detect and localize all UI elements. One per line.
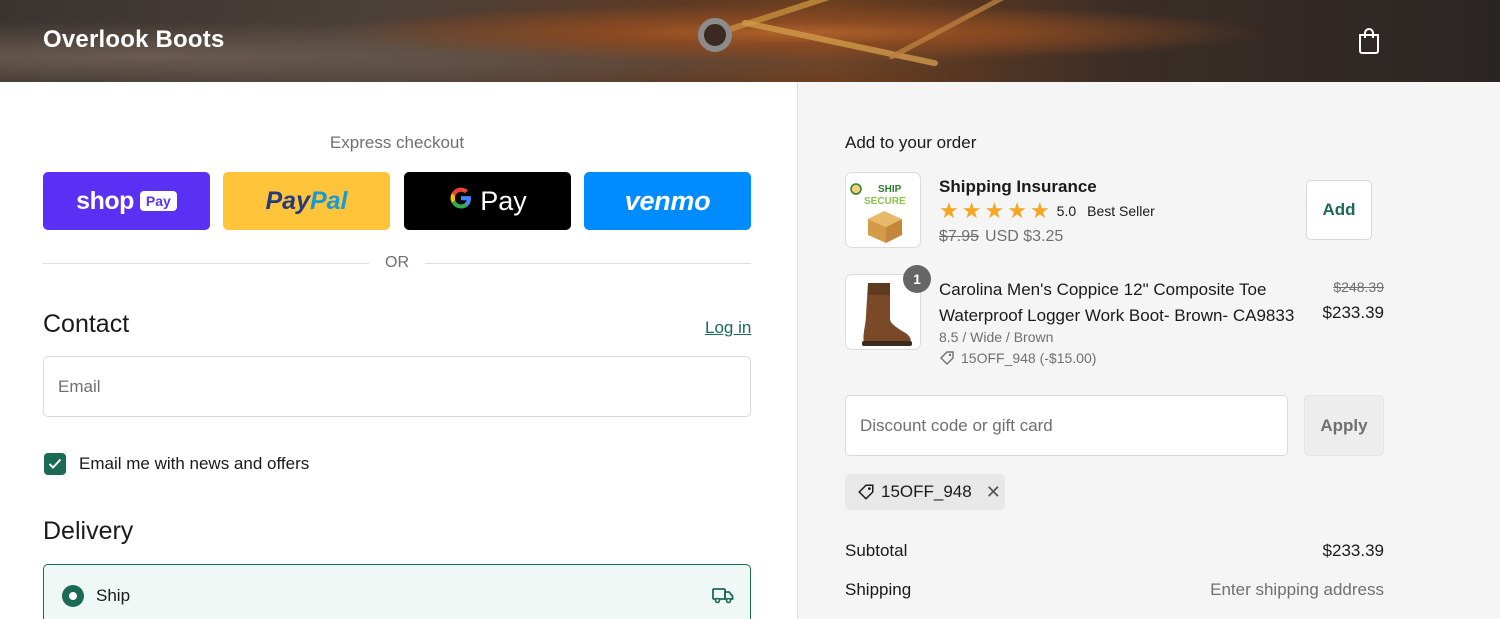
order-summary: Add to your order SHIP SECURE Shipping I…	[797, 82, 1500, 619]
star-icon: ★	[1007, 198, 1027, 223]
tag-icon	[858, 484, 874, 500]
google-pay-button[interactable]: Pay	[404, 172, 571, 230]
newsletter-label: Email me with news and offers	[79, 454, 310, 473]
star-icon: ★	[1029, 198, 1050, 223]
discount-code-input[interactable]	[845, 395, 1288, 456]
divider-left	[43, 263, 369, 264]
header-banner: Overlook Boots	[0, 0, 1500, 82]
venmo-button[interactable]: venmo	[584, 172, 751, 230]
paypal-button[interactable]: Pay Pal	[223, 172, 390, 230]
shop-pay-pill: Pay	[139, 191, 177, 211]
ship-option[interactable]: Ship	[43, 564, 751, 619]
product-price: $233.39	[1322, 303, 1384, 322]
star-icon: ★	[984, 198, 1005, 223]
store-brand-link[interactable]: Overlook Boots	[43, 26, 225, 54]
applied-code-text: 15OFF_948	[881, 482, 972, 501]
apply-discount-button[interactable]: Apply	[1304, 395, 1384, 456]
product-old-price: $248.39	[1333, 279, 1384, 295]
shop-pay-button[interactable]: shop Pay	[43, 172, 210, 230]
insurance-old-price: $7.95	[939, 228, 980, 245]
shop-pay-wordmark: shop	[76, 186, 134, 215]
star-icon: ★	[961, 198, 982, 223]
applied-code-chip: 15OFF_948 ✕	[845, 474, 1005, 510]
insurance-title: Shipping Insurance	[939, 177, 1097, 196]
thumb-text-ship: SHIP	[878, 184, 902, 195]
shipping-insurance-thumbnail: SHIP SECURE	[845, 172, 921, 248]
upsell-heading: Add to your order	[845, 133, 977, 152]
google-g-icon	[448, 185, 474, 218]
shipping-value: Enter shipping address	[1210, 580, 1384, 599]
shopping-bag-icon[interactable]	[1357, 27, 1381, 54]
banner-lace	[888, 0, 1032, 61]
product-title: Carolina Men's Coppice 12" Composite Toe…	[939, 280, 1295, 325]
rating-value: 5.0	[1056, 203, 1077, 219]
gpay-wordmark: Pay	[480, 185, 527, 216]
product-variant: 8.5 / Wide / Brown	[939, 329, 1054, 345]
login-link[interactable]: Log in	[705, 318, 751, 338]
or-separator: OR	[385, 254, 409, 271]
venmo-wordmark: venmo	[624, 185, 711, 216]
insurance-price: $7.95 USD $3.25	[939, 228, 1063, 246]
newsletter-checkbox[interactable]	[44, 453, 66, 475]
product-discount: 15OFF_948 (-$15.00)	[939, 350, 1096, 366]
best-seller-label: Best Seller	[1087, 203, 1155, 219]
ship-radio[interactable]	[62, 585, 84, 607]
insurance-rating: ★ ★ ★ ★ ★ 5.0 Best Seller	[939, 200, 1155, 222]
banner-lace	[741, 19, 939, 67]
paypal-wordmark-b: Pal	[309, 186, 348, 215]
google-g-svg	[450, 187, 472, 208]
shipping-label: Shipping	[845, 580, 912, 599]
subtotal-label: Subtotal	[845, 541, 908, 560]
paypal-wordmark-a: Pay	[265, 186, 310, 215]
express-checkout-label: Express checkout	[329, 133, 465, 152]
banner-eyelet	[698, 18, 732, 52]
checkmark-icon	[48, 458, 62, 469]
add-insurance-button[interactable]: Add	[1306, 180, 1372, 240]
delivery-heading: Delivery	[43, 517, 134, 545]
star-icon: ★	[939, 198, 959, 223]
insurance-new-price: USD $3.25	[985, 228, 1064, 245]
truck-icon	[712, 588, 734, 604]
checkout-main: Express checkout shop Pay Pay Pal Pay ven…	[0, 82, 797, 619]
ship-secure-image: SHIP SECURE	[850, 183, 906, 243]
email-field[interactable]	[43, 356, 751, 417]
ship-label: Ship	[96, 586, 131, 605]
tag-icon	[940, 351, 954, 365]
subtotal-value: $233.39	[1322, 541, 1384, 560]
quantity-badge: 1	[903, 265, 931, 293]
contact-heading: Contact	[43, 310, 130, 338]
product-discount-text: 15OFF_948 (-$15.00)	[961, 350, 1097, 366]
thumb-text-secure: SECURE	[864, 196, 906, 207]
remove-code-icon[interactable]: ✕	[986, 482, 1001, 503]
divider-right	[425, 263, 751, 264]
